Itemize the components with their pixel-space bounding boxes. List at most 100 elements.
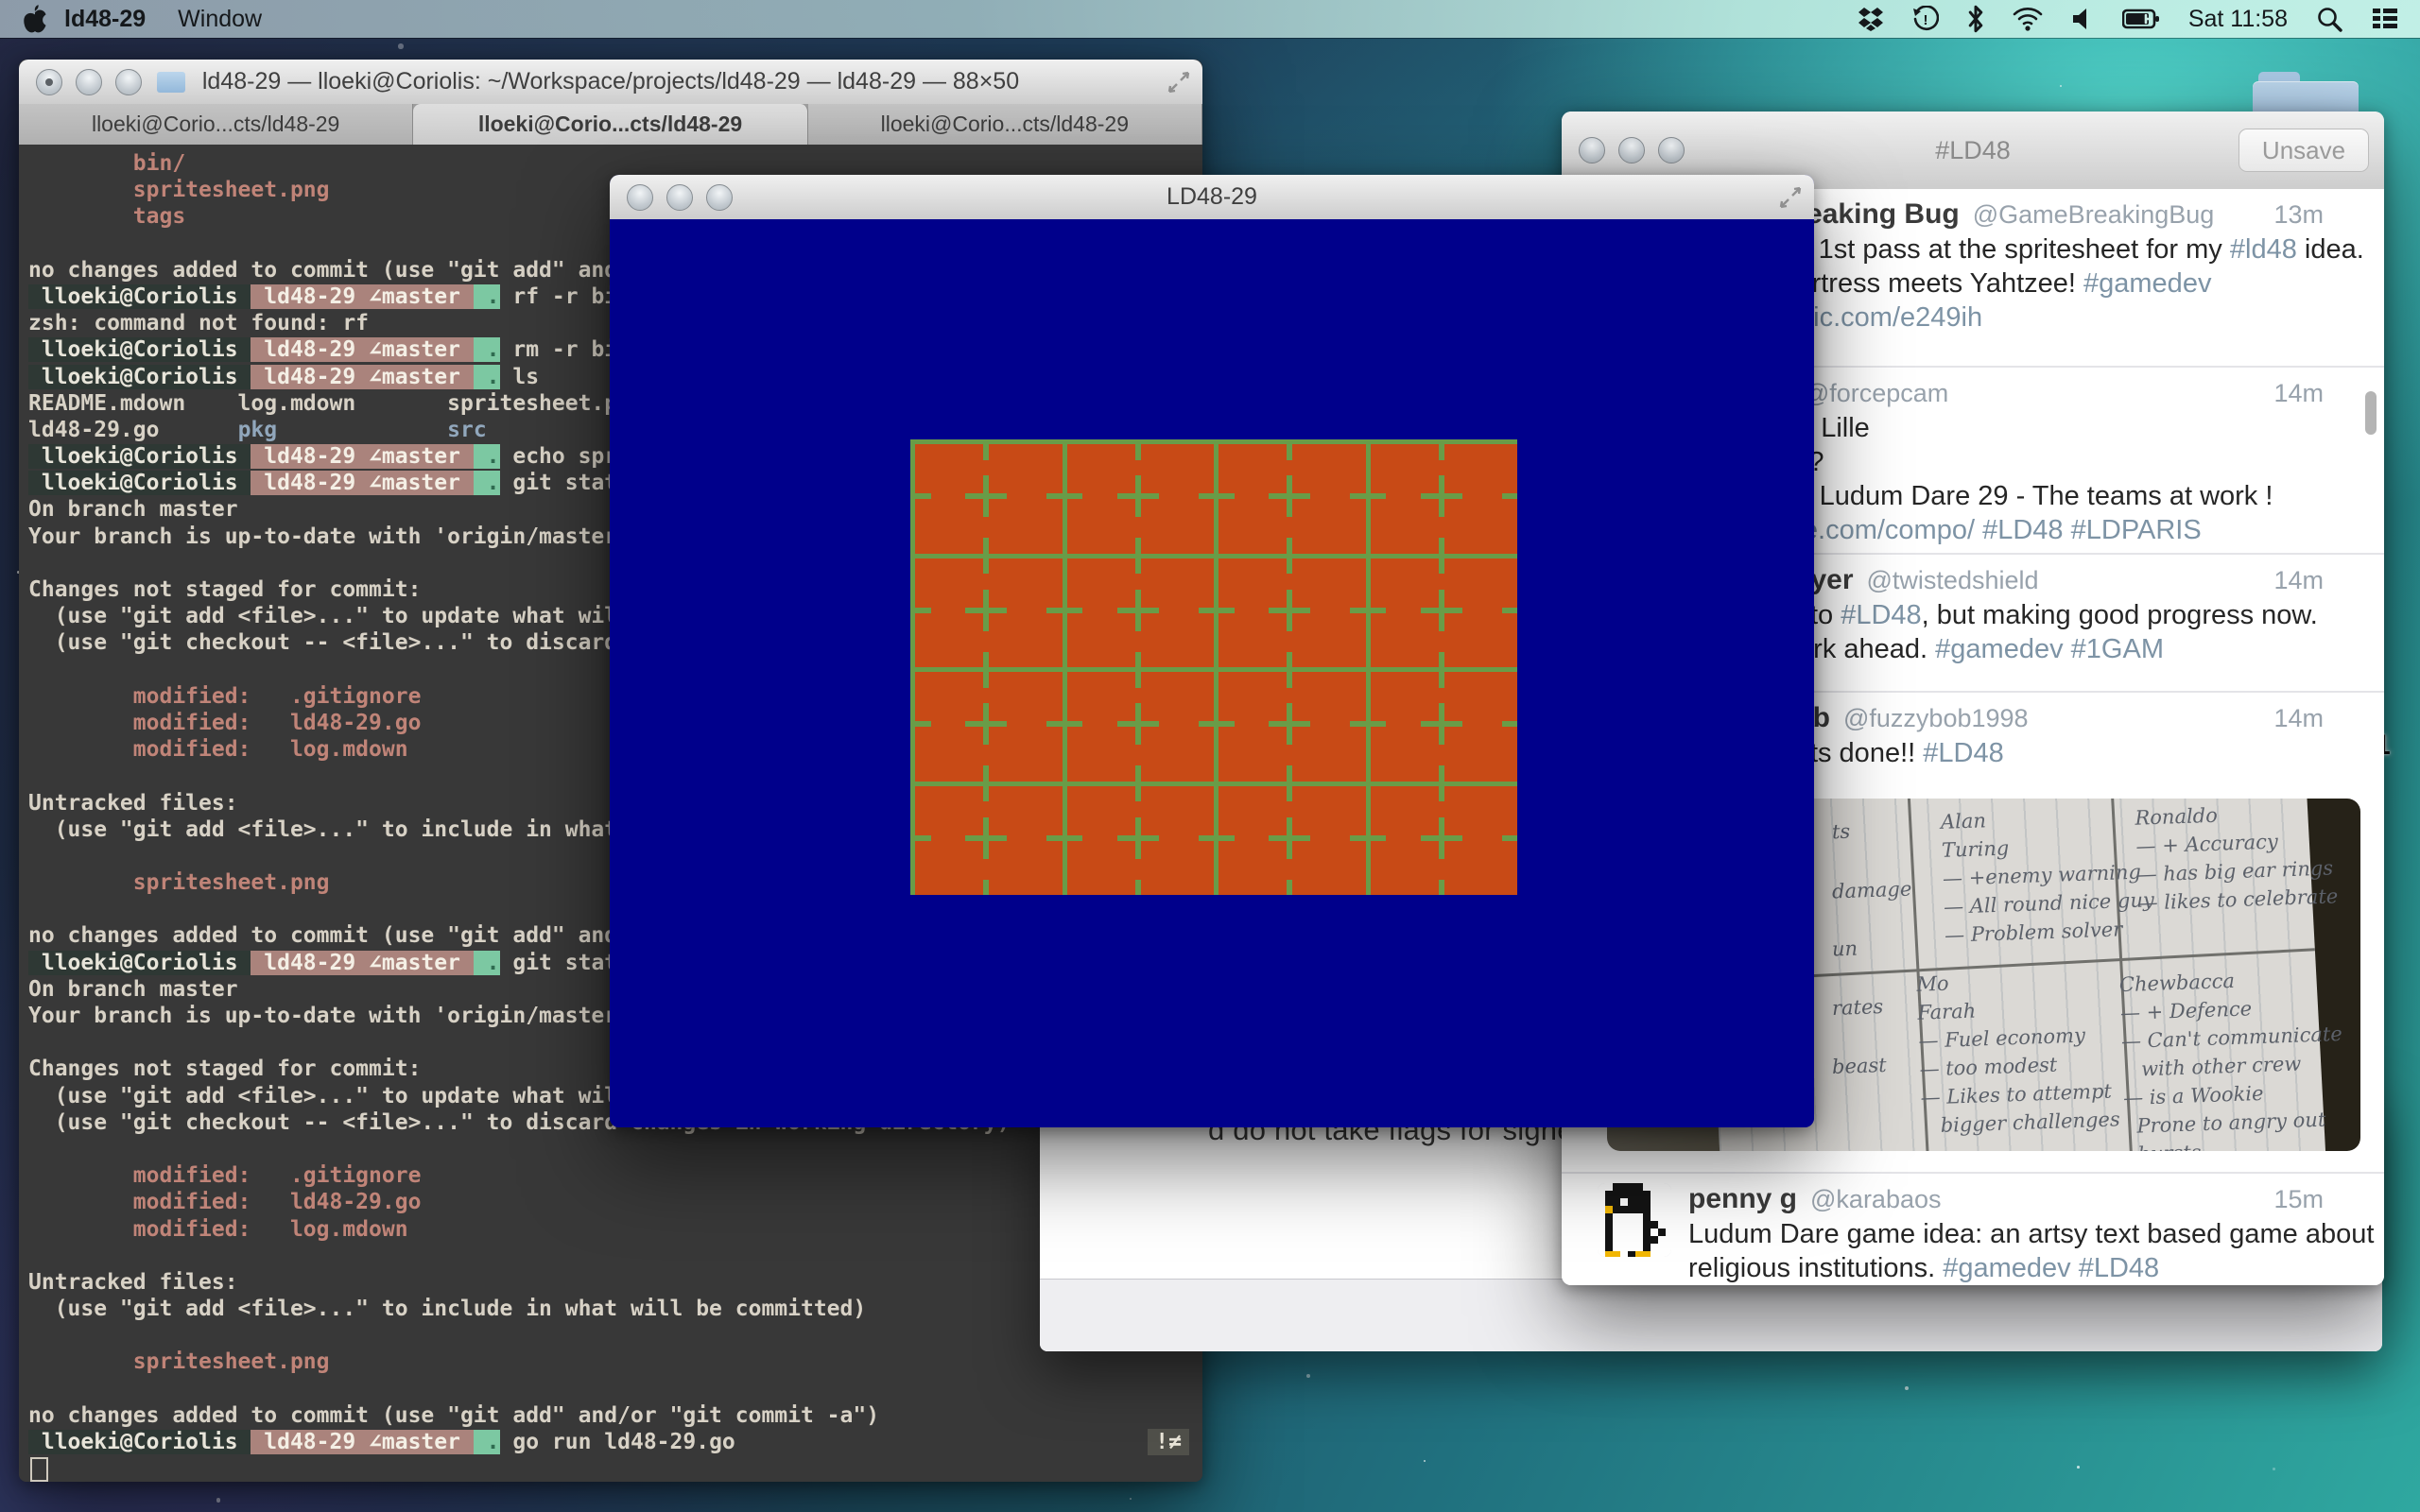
grid-line <box>910 493 931 499</box>
grid-line <box>1135 817 1141 859</box>
unsave-button[interactable]: Unsave <box>2238 129 2369 172</box>
grid-line <box>1350 608 1386 613</box>
grid-line <box>1135 538 1141 574</box>
terminal-line: (use "git add <file>..." to include in w… <box>28 1296 1202 1322</box>
grid-line <box>1439 538 1444 574</box>
terminal-line: lloeki@Coriolis ld48-29 ∠master . go run… <box>28 1429 1202 1455</box>
tweet-text: religious institutions. #gamedev #LD48 <box>1688 1251 2159 1285</box>
tweet-link[interactable]: #gamedev <box>1935 634 2063 664</box>
grid-line <box>983 538 989 574</box>
tweet-handle[interactable]: @twistedshield <box>1867 566 2039 594</box>
grid-line <box>1350 721 1386 727</box>
terminal-tab-1[interactable]: lloeki@Corio...cts/ld48-29 <box>19 104 413 145</box>
game-window[interactable]: LD48-29 <box>610 175 1814 1127</box>
grid-line <box>1439 817 1444 859</box>
tweet-handle[interactable]: @karabaos <box>1810 1185 1941 1213</box>
tweet-link[interactable]: #1GAM <box>2071 634 2164 664</box>
menu-bar-clock[interactable]: Sat 11:58 <box>2188 6 2288 33</box>
grid-line <box>1135 652 1141 688</box>
terminal-line <box>28 1136 1202 1162</box>
battery-icon[interactable] <box>2122 8 2160 30</box>
terminal-line: modified: .gitignore <box>28 1162 1202 1189</box>
tweet-link[interactable]: #LD48 <box>1841 600 1921 630</box>
tweet-link[interactable]: #LD48 <box>1982 515 2063 545</box>
star-speck <box>398 43 403 48</box>
game-canvas <box>610 219 1814 1127</box>
menu-bar: ld48-29 Window ! Sat 11:58 <box>0 0 2420 38</box>
scrollbar-thumb[interactable] <box>2365 391 2377 435</box>
tweet-link[interactable]: #LD48 <box>1923 738 2003 768</box>
tweet-link[interactable]: #ld48 <box>2230 234 2297 265</box>
tweet-timestamp: 15m <box>2273 1181 2324 1217</box>
terminal-tab-bar[interactable]: lloeki@Corio...cts/ld48-29 lloeki@Corio.… <box>19 104 1202 146</box>
tweet-timestamp: 13m <box>2273 197 2324 232</box>
menu-item-window[interactable]: Window <box>178 6 262 33</box>
star-speck <box>2077 1466 2080 1469</box>
wifi-icon[interactable] <box>2013 7 2043 31</box>
spotlight-icon[interactable] <box>2316 6 2342 32</box>
tweet-handle[interactable]: @GameBreakingBug <box>1973 200 2215 229</box>
grid-line <box>1287 590 1292 631</box>
game-titlebar[interactable]: LD48-29 <box>610 175 1814 220</box>
app-menu-title[interactable]: ld48-29 <box>64 6 146 33</box>
handwriting-note: beast <box>1831 1051 1887 1081</box>
apple-menu-icon[interactable] <box>23 5 47 33</box>
tweet-link[interactable]: #LD48 <box>2079 1253 2159 1283</box>
time-machine-icon[interactable]: ! <box>1912 6 1939 32</box>
tweet-link[interactable]: #gamedev <box>2083 268 2211 299</box>
grid-line <box>1199 721 1235 727</box>
terminal-titlebar[interactable]: ld48-29 — lloeki@Coriolis: ~/Workspace/p… <box>19 60 1202 105</box>
tweet-timestamp: 14m <box>2273 375 2324 411</box>
notification-center-icon[interactable] <box>2371 7 2399 31</box>
grid-line <box>910 835 931 841</box>
star-speck <box>1130 1498 1132 1500</box>
grid-line <box>1046 608 1082 613</box>
tweet-timestamp: 14m <box>2273 700 2324 736</box>
grid-line <box>910 721 931 727</box>
grid-line <box>1287 439 1292 460</box>
handwriting-column: Mo Farah — Fuel economy — too modest — L… <box>1916 963 2120 1140</box>
fullscreen-icon[interactable] <box>1778 185 1803 210</box>
dropbox-icon[interactable] <box>1858 6 1884 32</box>
tweet-link[interactable]: #LDPARIS <box>2071 515 2202 545</box>
terminal-line: Untracked files: <box>28 1269 1202 1296</box>
terminal-line: spritesheet.png <box>28 1349 1202 1375</box>
handwriting-note: damage <box>1832 875 1912 906</box>
grid-line <box>1135 475 1141 517</box>
star-speck <box>2273 1468 2274 1469</box>
grid-line <box>1199 835 1235 841</box>
grid-line <box>1287 880 1292 896</box>
game-window-title: LD48-29 <box>610 183 1814 211</box>
handwriting-note: ts <box>1831 817 1850 847</box>
grid-line <box>1502 493 1518 499</box>
bluetooth-icon[interactable] <box>1967 5 1984 33</box>
grid-line <box>1287 765 1292 801</box>
handwriting-column: Ronaldo — + Accuracy — has big ear rings… <box>2135 799 2339 918</box>
grid-line <box>1287 475 1292 517</box>
grid-line <box>910 782 1517 786</box>
grid-line <box>1439 765 1444 801</box>
terminal-tab-2[interactable]: lloeki@Corio...cts/ld48-29 <box>413 104 807 145</box>
terminal-line: no changes added to commit (use "git add… <box>28 1402 1202 1429</box>
tweet-handle[interactable]: @fuzzybob1998 <box>1843 704 2029 732</box>
terminal-line <box>28 1322 1202 1349</box>
star-speck <box>1424 1460 1426 1462</box>
grid-line <box>983 817 989 859</box>
terminal-tab-3[interactable]: lloeki@Corio...cts/ld48-29 <box>808 104 1202 145</box>
spritesheet-grid <box>910 439 1517 895</box>
tweet-handle[interactable]: @forcepcam <box>1804 379 1948 407</box>
grid-line <box>1046 493 1082 499</box>
tweet-text: Ludum Dare game idea: an artsy text base… <box>1688 1217 2374 1251</box>
grid-line <box>983 590 989 631</box>
tweet-link[interactable]: #gamedev <box>1943 1253 2070 1283</box>
grid-line <box>910 667 1517 672</box>
grid-line <box>1287 652 1292 688</box>
grid-line <box>1502 721 1518 727</box>
tweet[interactable]: penny g @karabaos 15mLudum Dare game idea:… <box>1562 1172 2384 1285</box>
volume-icon[interactable] <box>2071 7 2094 31</box>
terminal-window-title: ld48-29 — lloeki@Coriolis: ~/Workspace/p… <box>19 68 1202 95</box>
tweet-author[interactable]: penny g <box>1688 1183 1797 1214</box>
grid-line <box>1287 703 1292 745</box>
fullscreen-icon[interactable] <box>1167 70 1191 94</box>
svg-text:!: ! <box>1923 12 1927 28</box>
